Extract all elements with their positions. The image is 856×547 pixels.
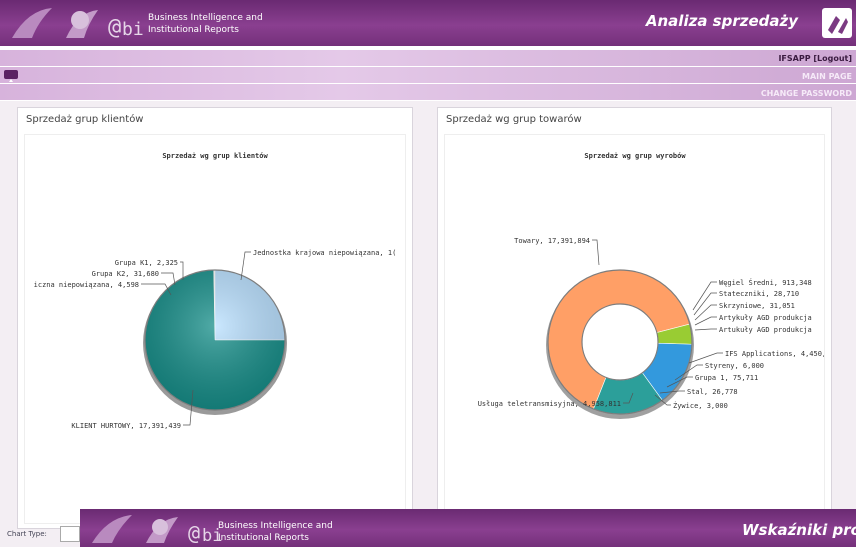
pie-rim [144, 269, 286, 411]
donut-hole [581, 303, 659, 381]
logo-line-2: Institutional Reports [218, 533, 309, 543]
slice-label: KLIENT HURTOWY, 17,391,439 [71, 422, 181, 430]
change-password-link[interactable]: CHANGE PASSWORD [761, 89, 852, 98]
page-title: Analiza sprzedaży [645, 12, 798, 30]
app-header: @ bi Business Intelligence and Instituti… [0, 0, 856, 46]
leader-line [693, 292, 717, 316]
slice-label: Skrzyniowe, 31,051 [719, 302, 795, 310]
slice-label: Węgiel Średni, 913,348 [719, 278, 812, 287]
leader-line [692, 281, 717, 311]
panel-title: Sprzedaż wg grup towarów [446, 114, 582, 125]
globe-logo-icon: @ bi [92, 515, 222, 546]
slice-label: Styreny, 6,000 [705, 362, 764, 370]
logo-text: Business Intelligence and Institutional … [218, 520, 333, 544]
slice-label: Żywice, 3,000 [673, 401, 728, 410]
slice-label: Artukuły AGD produkcja [719, 326, 812, 334]
chart-type-label: Chart Type: [7, 530, 47, 538]
collapse-toggle-button[interactable] [4, 70, 18, 82]
nav-bar-main [0, 67, 856, 83]
chart-container: Sprzedaż wg grup wyrobów Towary, 17,391,… [444, 134, 825, 524]
svg-text:@: @ [188, 521, 200, 545]
leader-line [694, 328, 717, 331]
svg-text:bi: bi [122, 19, 143, 40]
logo-line-2: Institutional Reports [148, 25, 239, 35]
slice-label: Usługa teletransmisyjna, 4,958,811 [478, 400, 621, 408]
panel-product-groups: Sprzedaż wg grup towarów Sprzedaż wg gru… [437, 107, 832, 529]
leader-line [592, 239, 600, 266]
chart-title: Sprzedaż wg grup klientów [162, 152, 268, 160]
slice-label: iczna niepowiązana, 4,598 [34, 281, 139, 289]
pie-chart-clients[interactable]: Sprzedaż wg grup klientów Jednostka kraj… [25, 135, 405, 524]
leader-line [694, 316, 717, 326]
bottom-banner: @ bi Business Intelligence and Instituti… [80, 509, 856, 547]
panel-client-groups: Sprzedaż grup klientów Sprzedaż wg grup … [17, 107, 413, 529]
leader-line [694, 304, 717, 321]
logout-link[interactable]: IFSAPP [Logout] [778, 54, 852, 63]
nav-bar-user [0, 50, 856, 66]
logo-text: Business Intelligence and Institutional … [148, 12, 263, 36]
donut-chart-products[interactable]: Sprzedaż wg grup wyrobów Towary, 17,391,… [445, 135, 825, 524]
ifs-logo-icon [822, 8, 852, 38]
slice-label: Grupa K2, 31,680 [92, 270, 159, 278]
nav-bar-password [0, 84, 856, 100]
panel-title: Sprzedaż grup klientów [26, 114, 144, 125]
leader-line [161, 272, 176, 286]
slice-label: Jednostka krajowa niepowiązana, 1( [253, 249, 396, 257]
svg-text:@: @ [108, 15, 121, 40]
logo-line-1: Business Intelligence and [218, 521, 333, 531]
slice-label: Stal, 26,778 [687, 388, 738, 396]
chart-container: Sprzedaż wg grup klientów Jednostka kraj… [24, 134, 406, 524]
logo-line-1: Business Intelligence and [148, 13, 263, 23]
slice-label: Grupa 1, 75,711 [695, 374, 758, 382]
bottom-banner-title: Wskaźniki proc [742, 521, 856, 539]
slice-label: Artykuły AGD produkcja [719, 314, 812, 322]
main-page-link[interactable]: MAIN PAGE [802, 72, 852, 81]
chart-title: Sprzedaż wg grup wyrobów [584, 152, 686, 160]
slice-label: IFS Applications, 4,450,8 [725, 350, 825, 358]
slice-label: Grupa K1, 2,325 [115, 259, 178, 267]
slice-label: Towary, 17,391,894 [514, 237, 590, 245]
slice-label: Stateczniki, 28,710 [719, 290, 799, 298]
chart-type-select[interactable] [60, 526, 80, 542]
triangle-up-icon [9, 79, 13, 82]
globe-logo-icon: @ bi [12, 8, 143, 40]
